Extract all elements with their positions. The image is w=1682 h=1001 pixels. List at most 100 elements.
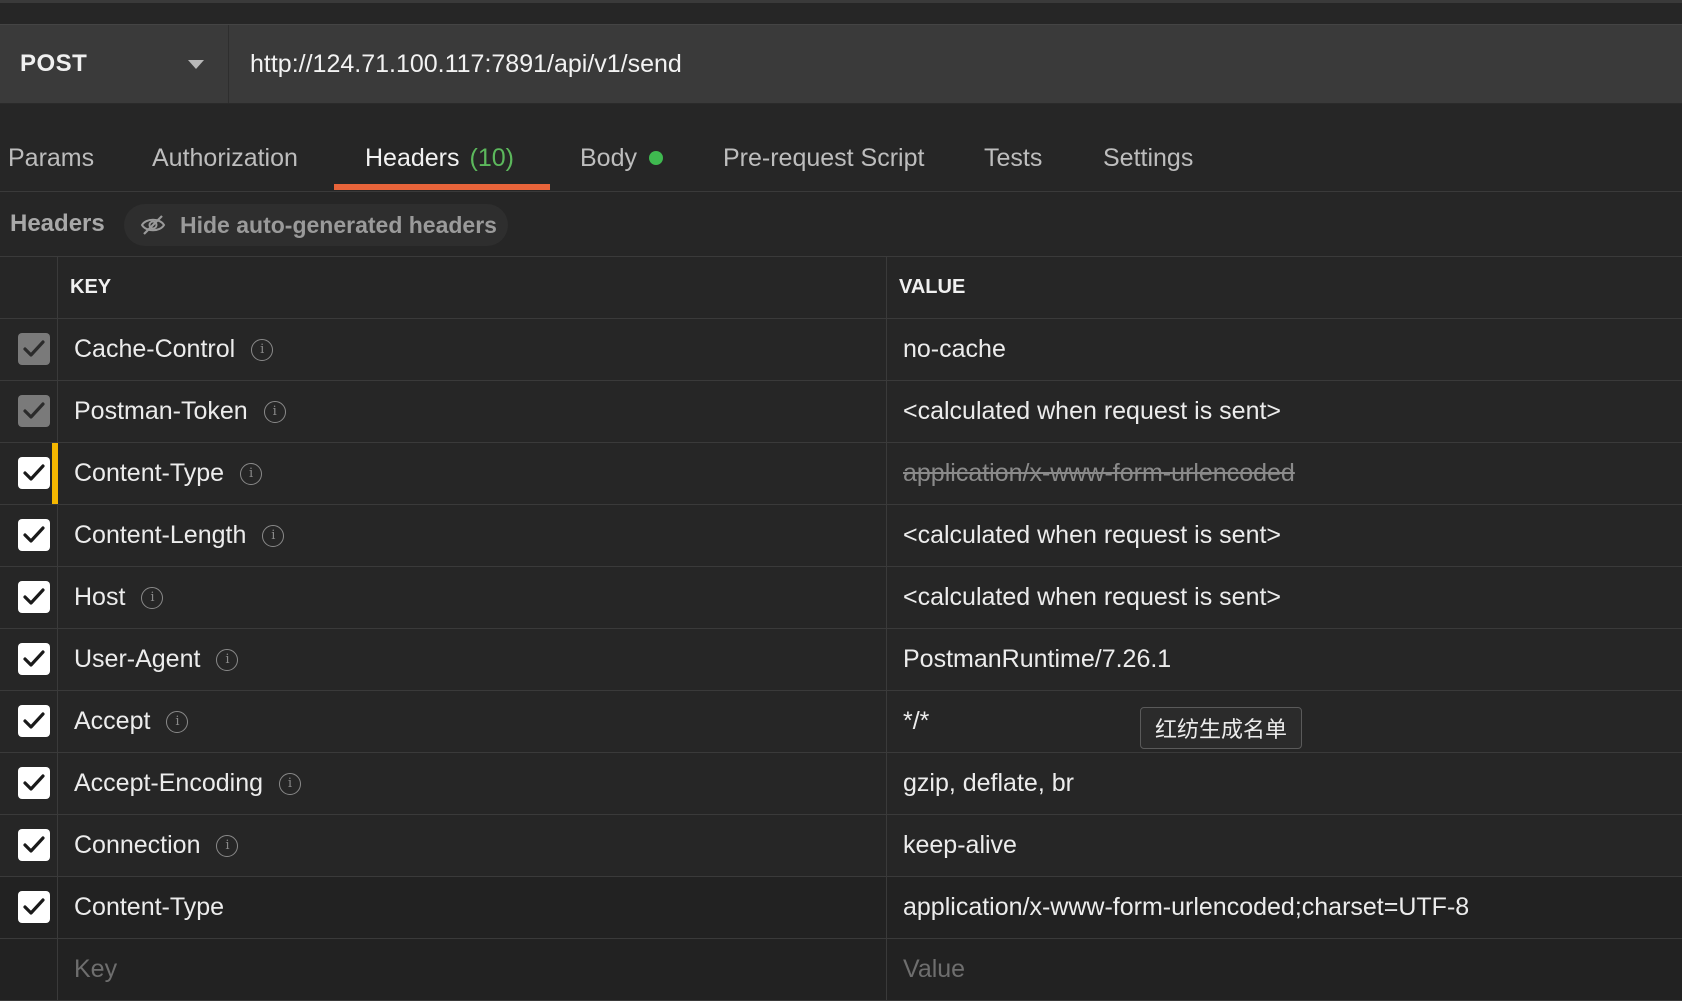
check-cell: [0, 381, 58, 442]
headers-count-badge: (10): [469, 143, 514, 172]
active-tab-underline: [334, 184, 550, 190]
new-key-input[interactable]: Key: [58, 939, 887, 1000]
header-value[interactable]: gzip, deflate, br: [887, 753, 1682, 814]
header-key[interactable]: Host i: [58, 567, 887, 628]
header-enabled-checkbox[interactable]: [18, 333, 50, 365]
header-key[interactable]: User-Agent i: [58, 629, 887, 690]
info-icon[interactable]: i: [263, 400, 286, 423]
check-cell: [0, 815, 58, 876]
info-icon[interactable]: i: [279, 772, 302, 795]
url-input[interactable]: http://124.71.100.117:7891/api/v1/send: [229, 25, 1682, 103]
tooltip: 红纺生成名单: [1140, 707, 1303, 749]
header-key-text: Accept: [74, 707, 151, 735]
check-cell: [0, 505, 58, 566]
header-value-text: <calculated when request is sent>: [903, 397, 1282, 425]
header-key-text: Connection: [74, 831, 201, 859]
header-value-text: keep-alive: [903, 831, 1017, 859]
header-enabled-checkbox[interactable]: [18, 643, 50, 675]
header-enabled-checkbox[interactable]: [18, 767, 50, 799]
table-row: Accept-Encoding i gzip, deflate, br: [0, 753, 1682, 815]
header-value[interactable]: application/x-www-form-urlencoded;charse…: [887, 877, 1682, 938]
tab-headers[interactable]: Headers (10): [365, 124, 514, 192]
hide-auto-headers-button[interactable]: Hide auto-generated headers: [124, 204, 508, 246]
info-icon[interactable]: i: [216, 648, 239, 671]
header-value-text: application/x-www-form-urlencoded: [903, 459, 1295, 487]
request-tabs: Params Authorization Headers (10) Body P…: [0, 124, 1682, 192]
header-value[interactable]: <calculated when request is sent>: [887, 505, 1682, 566]
header-value[interactable]: application/x-www-form-urlencoded: [887, 443, 1682, 504]
header-key[interactable]: Content-Length i: [58, 505, 887, 566]
check-cell: [0, 691, 58, 752]
header-value-text: <calculated when request is sent>: [903, 521, 1282, 549]
table-row: User-Agent i PostmanRuntime/7.26.1: [0, 629, 1682, 691]
table-row: Postman-Token i <calculated when request i…: [0, 381, 1682, 443]
info-icon[interactable]: i: [240, 462, 263, 485]
checkmark-icon: [23, 402, 45, 419]
header-enabled-checkbox[interactable]: [18, 891, 50, 923]
header-key[interactable]: Connection i: [58, 815, 887, 876]
checkmark-icon: [23, 464, 45, 481]
header-key[interactable]: Postman-Token i: [58, 381, 887, 442]
table-row: Content-Type i application/x-www-form-urle…: [0, 443, 1682, 505]
header-value[interactable]: <calculated when request is sent>: [887, 381, 1682, 442]
tab-body[interactable]: Body: [580, 124, 663, 192]
header-value-text: PostmanRuntime/7.26.1: [903, 645, 1172, 673]
header-enabled-checkbox[interactable]: [18, 457, 50, 489]
header-key-text: Content-Length: [74, 521, 247, 549]
header-key-text: Postman-Token: [74, 397, 248, 425]
header-key[interactable]: Cache-Control i: [58, 319, 887, 380]
hide-button-label: Hide auto-generated headers: [180, 211, 497, 238]
info-icon[interactable]: i: [166, 710, 189, 733]
tab-authorization[interactable]: Authorization: [152, 124, 298, 192]
check-cell: [0, 443, 58, 504]
checkmark-icon: [23, 340, 45, 357]
info-icon[interactable]: i: [251, 338, 274, 361]
tab-params[interactable]: Params: [8, 124, 94, 192]
tab-settings[interactable]: Settings: [1103, 124, 1193, 192]
method-label: POST: [20, 50, 88, 77]
header-value-text: */*: [903, 707, 930, 735]
header-enabled-checkbox[interactable]: [18, 519, 50, 551]
header-value[interactable]: no-cache: [887, 319, 1682, 380]
header-value-text: <calculated when request is sent>: [903, 583, 1282, 611]
tab-label: Headers: [365, 143, 460, 172]
table-header-row: KEY VALUE: [0, 257, 1682, 319]
table-row: Connection i keep-alive: [0, 815, 1682, 877]
check-cell: [0, 939, 58, 1000]
header-value[interactable]: keep-alive: [887, 815, 1682, 876]
header-key[interactable]: Content-Type: [58, 877, 887, 938]
table-row: Host i <calculated when request is sent>: [0, 567, 1682, 629]
header-enabled-checkbox[interactable]: [18, 581, 50, 613]
new-value-input[interactable]: Value: [887, 939, 1682, 1000]
tab-label: Pre-request Script: [723, 143, 925, 172]
header-enabled-checkbox[interactable]: [18, 829, 50, 861]
value-column-header: VALUE: [899, 276, 966, 298]
method-select[interactable]: POST: [0, 25, 229, 103]
tab-tests[interactable]: Tests: [984, 124, 1042, 192]
check-cell: [0, 567, 58, 628]
check-cell: [0, 319, 58, 380]
header-enabled-checkbox[interactable]: [18, 395, 50, 427]
header-enabled-checkbox[interactable]: [18, 705, 50, 737]
tab-label: Params: [8, 143, 95, 172]
key-column-header: KEY: [58, 257, 887, 318]
header-value-text: application/x-www-form-urlencoded;charse…: [903, 893, 1470, 921]
header-value[interactable]: <calculated when request is sent>: [887, 567, 1682, 628]
request-url-bar: POST http://124.71.100.117:7891/api/v1/s…: [0, 24, 1682, 104]
header-key[interactable]: Accept-Encoding i: [58, 753, 887, 814]
tab-pre-request-script[interactable]: Pre-request Script: [723, 124, 924, 192]
checkmark-icon: [23, 836, 45, 853]
headers-toolbar: Headers Hide auto-generated headers: [0, 192, 1682, 257]
header-key-text: Host: [74, 583, 126, 611]
header-key[interactable]: Content-Type i: [58, 443, 887, 504]
header-value[interactable]: PostmanRuntime/7.26.1: [887, 629, 1682, 690]
header-key-text: Cache-Control: [74, 335, 236, 363]
info-icon[interactable]: i: [262, 524, 285, 547]
header-key[interactable]: Accept i: [58, 691, 887, 752]
checkmark-icon: [23, 650, 45, 667]
tab-label: Tests: [984, 143, 1043, 172]
chevron-down-icon: [188, 59, 204, 69]
info-icon[interactable]: i: [141, 586, 164, 609]
info-icon[interactable]: i: [216, 834, 239, 857]
header-value-text: gzip, deflate, br: [903, 769, 1074, 797]
